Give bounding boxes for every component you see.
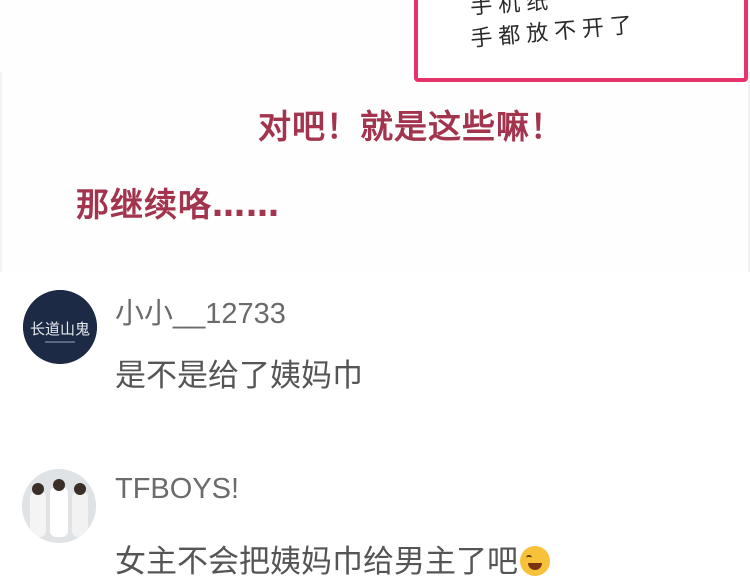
comment-text: 是不是给了姨妈巾 xyxy=(115,358,363,394)
panel-edge-left xyxy=(0,72,2,272)
comment-username[interactable]: TFBOYS! xyxy=(115,473,239,506)
comic-caption-1: 对吧！就是这些嘛！ xyxy=(258,107,564,146)
tears-of-joy-emoji-icon xyxy=(520,546,550,576)
comic-caption-2: 那继续咯…… xyxy=(76,185,280,224)
avatar-logo-text: 长道山鬼 xyxy=(30,320,90,338)
comment-text-body: 女主不会把姨妈巾给男主了吧 xyxy=(115,544,518,580)
avatar[interactable]: 长道山鬼 xyxy=(23,290,97,364)
comment-text: 女主不会把姨妈巾给男主了吧 xyxy=(115,536,550,581)
comment-username[interactable]: 小小__12733 xyxy=(115,290,286,332)
avatar[interactable] xyxy=(22,469,96,543)
comic-panel: 手机纸 手都放不开了 对吧！就是这些嘛！ 那继续咯…… xyxy=(0,0,750,272)
